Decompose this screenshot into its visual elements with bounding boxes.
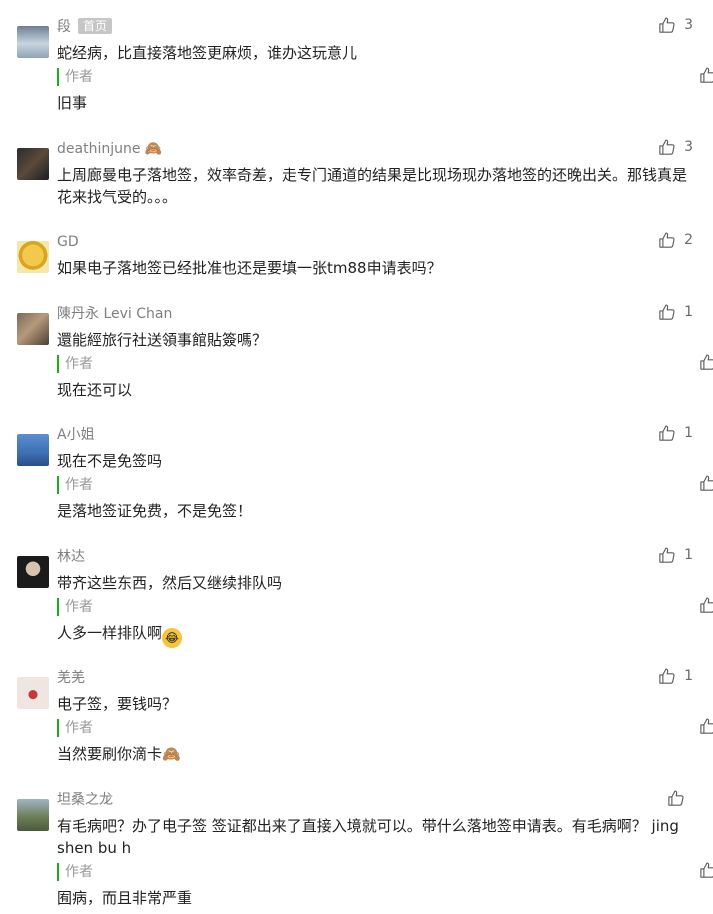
- avatar[interactable]: [17, 313, 49, 345]
- thumbs-up-icon: [658, 138, 676, 156]
- comment-nickname: deathinjune 🙈: [57, 141, 163, 157]
- thumbs-up-icon: [699, 353, 713, 371]
- like-count: 1: [684, 304, 693, 320]
- thumbs-up-icon: [699, 474, 713, 492]
- reply-text: 旧事: [57, 94, 88, 112]
- like-count: 3: [684, 139, 693, 155]
- like-button[interactable]: 1: [699, 353, 713, 371]
- comment-nickname: 陳丹永 Levi Chan: [57, 306, 173, 322]
- comment-text: 现在不是免签吗: [57, 452, 163, 470]
- thumbs-up-icon: [699, 717, 713, 735]
- avatar[interactable]: [17, 677, 49, 709]
- comment-nickname: 羌羌: [57, 670, 85, 686]
- like-count: 1: [684, 547, 693, 563]
- like-button[interactable]: [667, 789, 693, 807]
- comment-text: 带齐这些东西，然后又继续排队吗: [57, 574, 283, 592]
- like-count: 1: [684, 425, 693, 441]
- like-button[interactable]: 1: [699, 861, 713, 879]
- author-label: 作者: [57, 476, 93, 494]
- avatar[interactable]: [17, 26, 49, 58]
- comment-text: 有毛病吧？办了电子签 签证都出来了直接入境就可以。带什么落地签申请表。有毛病啊？…: [57, 817, 679, 857]
- like-button[interactable]: 3: [658, 16, 693, 34]
- avatar[interactable]: [17, 434, 49, 466]
- like-count: 3: [684, 17, 693, 33]
- reply-text: 人多一样排队啊 😂: [57, 622, 183, 648]
- author-label: 作者: [57, 68, 93, 86]
- thumbs-up-icon: [658, 424, 676, 442]
- reply-text: 当然要刷你滴卡🙈: [57, 745, 181, 763]
- like-button[interactable]: 1: [658, 303, 693, 321]
- thumbs-up-icon: [658, 303, 676, 321]
- comment-text: 电子签，要钱吗？: [57, 695, 178, 713]
- thumbs-up-icon: [658, 231, 676, 249]
- author-label: 作者: [57, 355, 93, 373]
- like-button[interactable]: 1: [699, 66, 713, 84]
- like-button[interactable]: 1: [658, 667, 693, 685]
- thumbs-up-icon: [699, 596, 713, 614]
- author-label: 作者: [57, 598, 93, 616]
- like-button[interactable]: 2: [658, 231, 693, 249]
- top-badge: 首页: [78, 18, 113, 34]
- comment-nickname: 坦桑之龙: [57, 792, 113, 808]
- author-label: 作者: [57, 863, 93, 881]
- like-button[interactable]: 3: [658, 138, 693, 156]
- comment-text: 上周廊曼电子落地签，效率奇差，走专门通道的结果是比现场现办落地签的还晚出关。那钱…: [57, 166, 688, 206]
- thumbs-up-icon: [667, 789, 685, 807]
- thumbs-up-icon: [658, 546, 676, 564]
- thumbs-up-icon: [658, 16, 676, 34]
- reply-text: 现在还可以: [57, 381, 133, 399]
- like-button[interactable]: 1: [699, 596, 713, 614]
- comment-text: 蛇经病，比直接落地签更麻烦，谁办这玩意儿: [57, 44, 358, 62]
- avatar[interactable]: [17, 799, 49, 831]
- reply-text: 囿病，而且非常严重: [57, 889, 193, 907]
- comment-nickname: 林达: [57, 549, 85, 565]
- thumbs-up-icon: [699, 66, 713, 84]
- comment-text: 如果电子落地签已经批准也还是要填一张tm88申请表吗？: [57, 259, 442, 277]
- comment-nickname: 段首页: [57, 18, 113, 36]
- avatar[interactable]: [17, 556, 49, 588]
- like-button[interactable]: 1: [699, 474, 713, 492]
- like-count: 1: [684, 668, 693, 684]
- avatar[interactable]: [17, 241, 49, 273]
- comment-nickname: A小姐: [57, 427, 95, 443]
- thumbs-up-icon: [658, 667, 676, 685]
- like-button[interactable]: 1: [658, 546, 693, 564]
- like-count: 2: [684, 232, 693, 248]
- author-label: 作者: [57, 719, 93, 737]
- like-button[interactable]: 1: [699, 717, 713, 735]
- thumbs-up-icon: [699, 861, 713, 879]
- laughing-crying-emoji-icon: 😂: [162, 628, 183, 648]
- reply-text: 是落地签证免费，不是免签！: [57, 502, 253, 520]
- avatar[interactable]: [17, 148, 49, 180]
- comment-text: 還能經旅行社送領事館貼簽嗎？: [57, 331, 268, 349]
- comment-nickname: GD: [57, 234, 79, 250]
- like-button[interactable]: 1: [658, 424, 693, 442]
